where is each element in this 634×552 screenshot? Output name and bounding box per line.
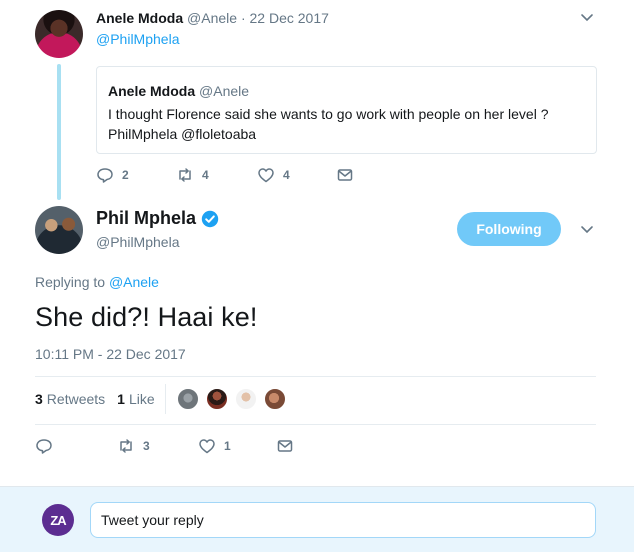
likes-stat-label: Like <box>128 391 155 407</box>
quoted-text: I thought Florence said she wants to go … <box>108 106 549 142</box>
reply-bar: ZA <box>0 486 634 552</box>
likers-avatars <box>176 387 292 411</box>
chevron-down-icon[interactable] <box>580 12 594 24</box>
likes-stat-count: 1 <box>117 391 125 407</box>
main-author[interactable]: Phil Mphela <box>96 208 219 229</box>
tweet-text: She did?! Haai ke! <box>35 302 258 332</box>
main-reply-action[interactable] <box>35 437 53 455</box>
retweets-stat-label: Retweets <box>46 391 106 407</box>
like-icon <box>199 439 215 454</box>
replying-prefix: Replying to <box>35 274 106 290</box>
main-retweet-action[interactable]: 3 <box>117 437 150 455</box>
parent-author-handle[interactable]: @Anele <box>187 10 237 26</box>
thread-line <box>57 64 61 200</box>
parent-reply-count: 2 <box>122 168 129 182</box>
retweets-stat[interactable]: 3 Retweets <box>35 391 105 407</box>
parent-author-name[interactable]: Anele Mdoda <box>96 10 183 26</box>
verified-icon <box>201 210 219 227</box>
parent-like-count: 4 <box>283 168 290 182</box>
user-avatar-logo: ZA <box>42 504 74 536</box>
tweet-timestamp[interactable]: 10:11 PM - 22 Dec 2017 <box>35 346 186 362</box>
likes-stat[interactable]: 1 Like <box>117 391 154 407</box>
liker-avatar[interactable] <box>205 387 229 411</box>
quoted-tweet[interactable]: Anele Mdoda @Anele I thought Florence sa… <box>96 66 597 154</box>
divider <box>35 376 596 377</box>
retweet-icon <box>179 168 191 182</box>
like-icon <box>258 168 274 183</box>
replying-to: Replying to @Anele <box>35 274 159 290</box>
main-like-count: 1 <box>224 439 231 453</box>
message-icon <box>337 169 353 181</box>
main-author-name[interactable]: Phil Mphela <box>96 208 196 229</box>
parent-retweet-action[interactable]: 4 <box>176 166 209 184</box>
message-icon <box>277 440 293 452</box>
parent-avatar[interactable] <box>35 10 83 58</box>
chevron-down-icon[interactable] <box>580 224 594 236</box>
parent-retweet-count: 4 <box>202 168 209 182</box>
retweets-stat-count: 3 <box>35 391 43 407</box>
reply-input[interactable] <box>90 502 596 538</box>
quoted-author: Anele Mdoda @Anele <box>108 83 249 99</box>
tweet-stats: 3 Retweets 1 Like <box>35 391 155 407</box>
quoted-author-name: Anele Mdoda <box>108 83 196 99</box>
liker-avatar[interactable] <box>176 387 200 411</box>
parent-date-separator: · <box>240 10 246 26</box>
quoted-author-handle: @Anele <box>199 83 250 99</box>
divider <box>35 424 596 425</box>
main-avatar[interactable] <box>35 206 83 254</box>
liker-avatar[interactable] <box>263 387 287 411</box>
liker-avatar[interactable] <box>234 387 258 411</box>
parent-reply-mention[interactable]: @PhilMphela <box>96 31 179 47</box>
stats-separator <box>165 384 166 414</box>
reply-icon <box>36 439 52 454</box>
main-like-action[interactable]: 1 <box>198 437 231 455</box>
parent-date[interactable]: 22 Dec 2017 <box>250 10 329 26</box>
main-author-handle[interactable]: @PhilMphela <box>96 234 179 250</box>
parent-reply-action[interactable]: 2 <box>96 166 129 184</box>
main-retweet-count: 3 <box>143 439 150 453</box>
main-message-action[interactable] <box>276 437 294 455</box>
parent-message-action[interactable] <box>336 166 354 184</box>
parent-author[interactable]: Anele Mdoda @Anele · 22 Dec 2017 <box>96 10 329 26</box>
parent-like-action[interactable]: 4 <box>257 166 290 184</box>
replying-to-link[interactable]: @Anele <box>109 274 159 290</box>
following-button[interactable]: Following <box>457 212 561 246</box>
retweet-icon <box>120 439 132 453</box>
reply-icon <box>97 168 113 183</box>
